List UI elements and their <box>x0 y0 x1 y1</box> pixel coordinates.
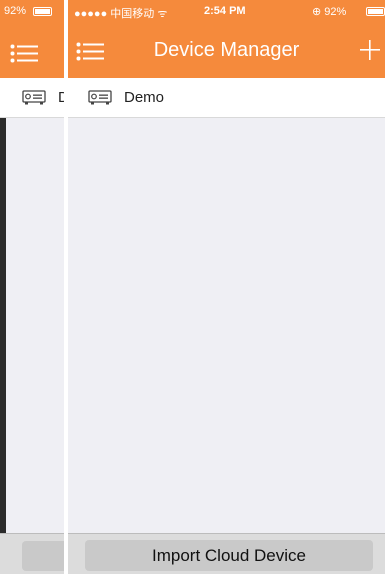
status-time: 2:54 PM <box>204 5 246 17</box>
alarm-icon: ⊕ <box>312 6 322 18</box>
nav-bar: Device Manager <box>68 24 385 78</box>
bottom-toolbar: Import Cloud Device <box>68 533 385 574</box>
left-device-row[interactable]: D <box>0 78 64 118</box>
left-edge-shadow <box>0 118 6 533</box>
device-manager-screen: ●●●●● 中国移动 ᯤ 2:54 PM ⊕ 92% Device Manage… <box>68 0 385 574</box>
status-battery-percent: ⊕ 92% <box>312 5 346 18</box>
left-battery-percent: 92% <box>4 5 27 17</box>
dvr-device-icon <box>22 90 46 105</box>
left-nav-bar <box>0 24 64 78</box>
battery-percent: 92% <box>324 6 347 18</box>
left-import-button-partial[interactable] <box>22 541 64 571</box>
device-name: Demo <box>124 89 165 106</box>
previous-screen-edge: 92% D <box>0 0 64 574</box>
plus-icon[interactable] <box>358 38 382 62</box>
page-title: Device Manager <box>153 39 300 61</box>
device-list-item[interactable]: Demo <box>68 78 385 118</box>
status-bar: ●●●●● 中国移动 ᯤ 2:54 PM ⊕ 92% <box>68 0 385 24</box>
carrier-signal: ●●●●● 中国移动 ᯤ <box>74 8 168 20</box>
list-menu-icon[interactable] <box>10 44 38 64</box>
left-status-bar: 92% <box>0 0 64 24</box>
device-list-empty-area <box>68 118 385 533</box>
dvr-device-icon <box>88 90 112 105</box>
left-bottom-bar <box>0 533 64 574</box>
app-page: 92% D ●●●●● 中国移动 ᯤ 2:54 PM ⊕ 92% Device … <box>0 0 385 574</box>
battery-icon <box>366 7 385 16</box>
left-battery-icon <box>33 7 52 16</box>
import-cloud-device-button[interactable]: Import Cloud Device <box>85 540 373 571</box>
